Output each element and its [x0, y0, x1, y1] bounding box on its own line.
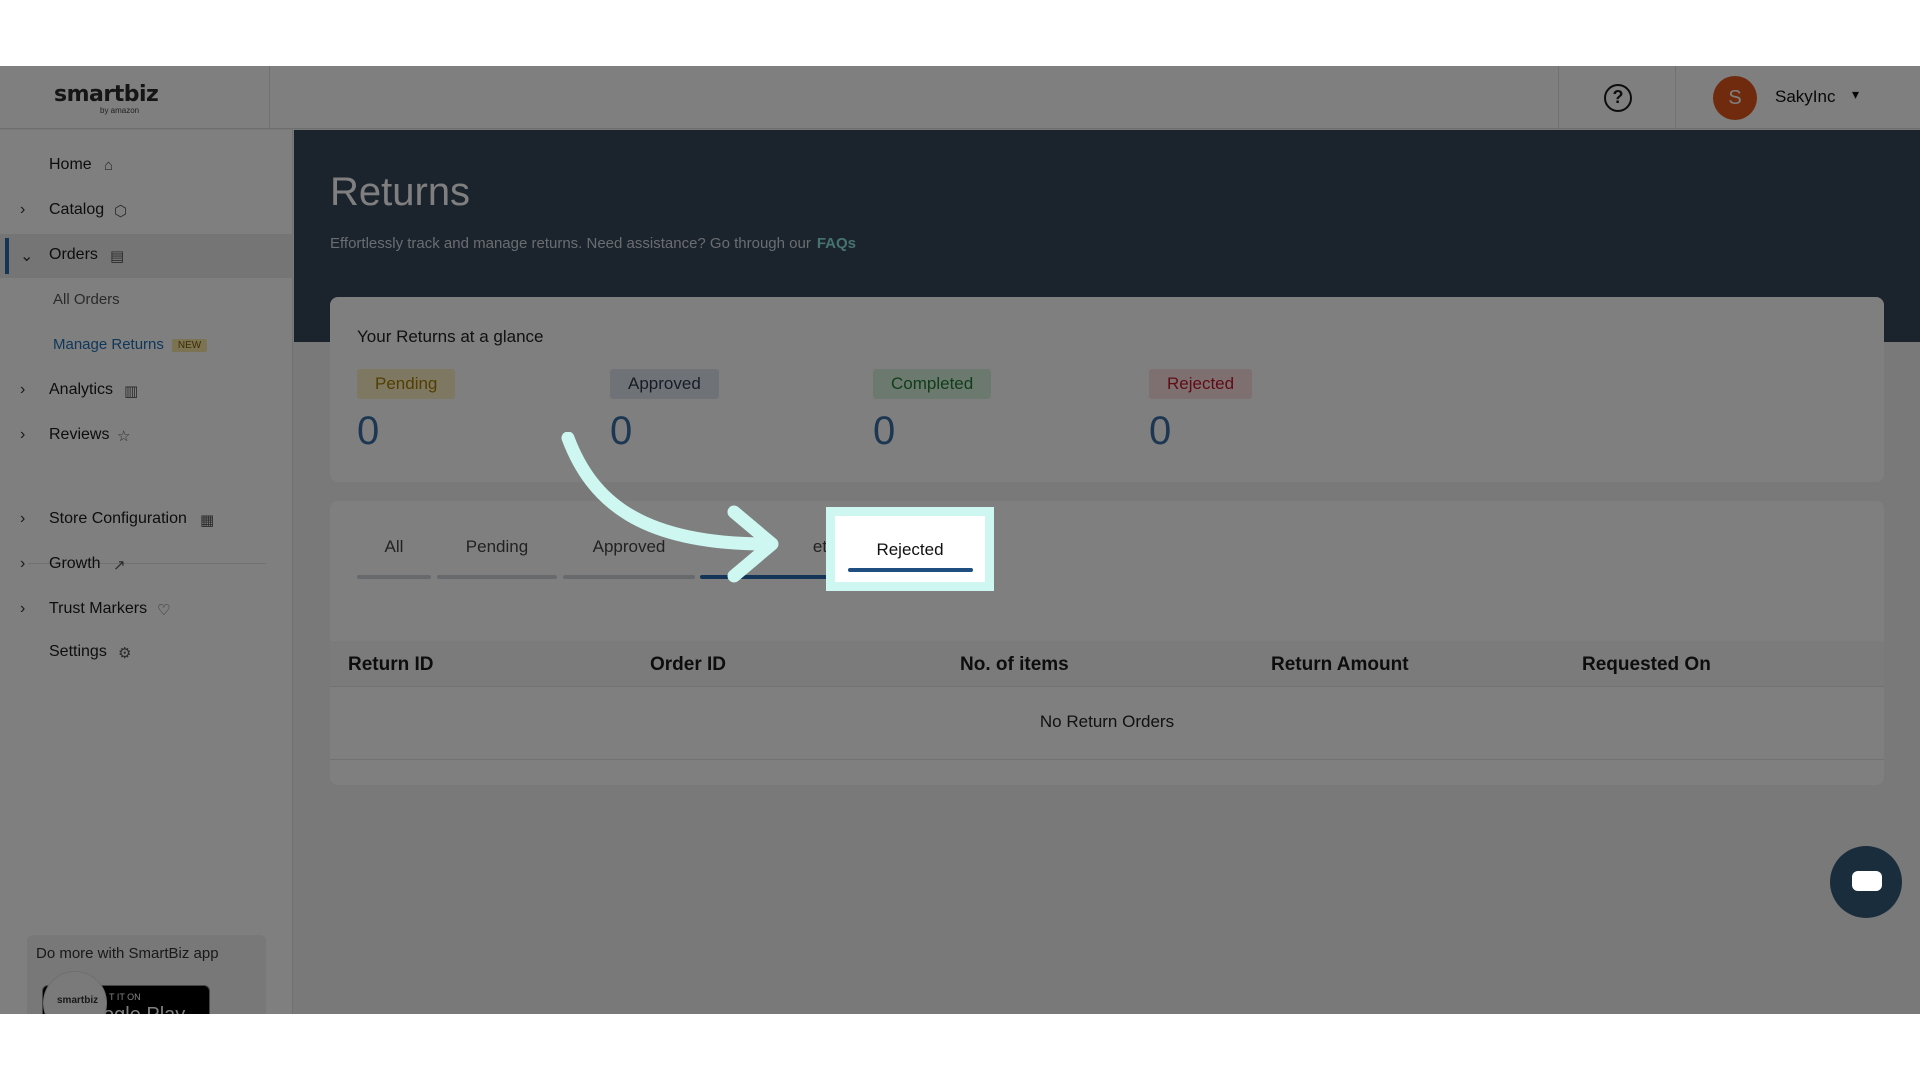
- chat-button[interactable]: [1830, 846, 1902, 918]
- tutorial-arrow-icon: [561, 432, 779, 583]
- tab-underline: [848, 568, 973, 572]
- chat-bubble-icon: [1852, 871, 1882, 891]
- tab-rejected[interactable]: Rejected: [826, 507, 994, 591]
- tab-label: Rejected: [876, 540, 944, 559]
- app-window: smartbiz by amazon ? S SakyInc ▾ Home ⌂ …: [0, 66, 1920, 1014]
